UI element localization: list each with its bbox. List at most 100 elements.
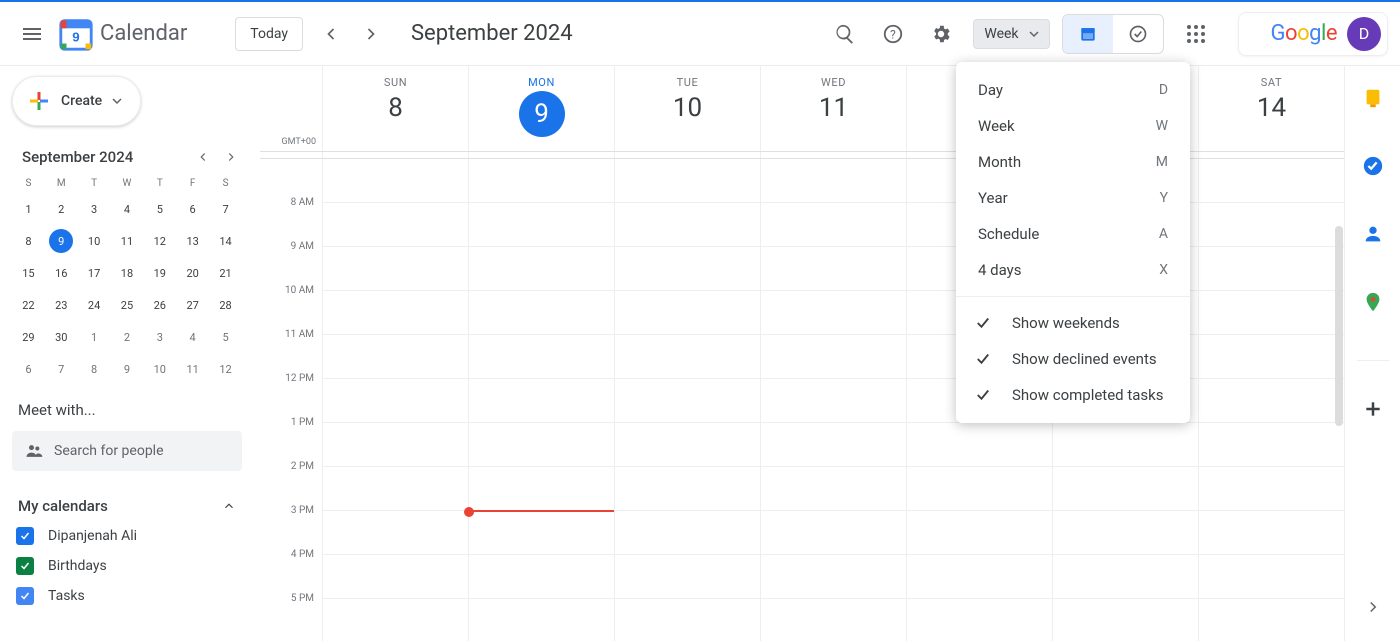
mini-day-cell[interactable]: 25 [111,289,144,321]
time-cell[interactable] [760,423,906,467]
mini-day-cell[interactable]: 4 [111,193,144,225]
time-cell[interactable] [1198,511,1344,555]
view-option[interactable]: DayD [956,72,1190,108]
time-cell[interactable] [760,379,906,423]
calendar-list-item[interactable]: Dipanjenah Ali [12,527,242,545]
mini-day-cell[interactable]: 19 [143,257,176,289]
time-cell[interactable] [468,423,614,467]
view-option[interactable]: 4 daysX [956,252,1190,288]
hide-sidepanel-button[interactable] [1353,587,1393,627]
day-header[interactable]: WED11 [760,66,906,151]
mini-day-cell[interactable]: 21 [209,257,242,289]
time-cell[interactable] [614,247,760,291]
mini-day-cell[interactable]: 29 [12,321,45,353]
mini-day-cell[interactable]: 3 [78,193,111,225]
time-cell[interactable] [1052,599,1198,641]
mini-day-cell[interactable]: 11 [111,225,144,257]
calendar-checkbox[interactable] [16,587,34,605]
time-cell[interactable] [760,291,906,335]
view-option[interactable]: YearY [956,180,1190,216]
mini-day-cell[interactable]: 2 [45,193,78,225]
mini-day-cell[interactable]: 12 [209,353,242,385]
settings-button[interactable] [917,10,965,58]
mini-day-cell[interactable]: 1 [78,321,111,353]
day-header[interactable]: MON9 [468,66,614,151]
mini-day-cell[interactable]: 27 [176,289,209,321]
time-cell[interactable] [322,511,468,555]
mini-day-cell[interactable]: 5 [143,193,176,225]
mini-day-cell[interactable]: 14 [209,225,242,257]
mini-day-cell[interactable]: 30 [45,321,78,353]
time-cell[interactable] [906,467,1052,511]
time-cell[interactable] [760,335,906,379]
time-cell[interactable] [614,599,760,641]
mini-day-cell[interactable]: 15 [12,257,45,289]
mini-day-cell[interactable]: 18 [111,257,144,289]
keep-button[interactable] [1353,78,1393,118]
time-cell[interactable] [760,159,906,203]
time-cell[interactable] [322,291,468,335]
time-cell[interactable] [1198,291,1344,335]
mini-day-cell[interactable]: 24 [78,289,111,321]
tasks-button[interactable] [1353,146,1393,186]
day-header[interactable]: SUN8 [322,66,468,151]
view-selector[interactable]: Week [973,19,1049,49]
time-cell[interactable] [614,159,760,203]
mini-day-cell[interactable]: 2 [111,321,144,353]
support-button[interactable]: ? [869,10,917,58]
maps-button[interactable] [1353,282,1393,322]
time-cell[interactable] [468,203,614,247]
mini-day-cell[interactable]: 6 [176,193,209,225]
view-option[interactable]: WeekW [956,108,1190,144]
contacts-button[interactable] [1353,214,1393,254]
time-cell[interactable] [760,555,906,599]
time-cell[interactable] [1052,423,1198,467]
search-button[interactable] [821,10,869,58]
prev-period-button[interactable] [311,14,351,54]
time-cell[interactable] [614,423,760,467]
time-cell[interactable] [468,599,614,641]
mini-day-cell[interactable]: 26 [143,289,176,321]
time-cell[interactable] [614,335,760,379]
time-cell[interactable] [760,247,906,291]
scrollbar[interactable] [1335,226,1343,426]
time-cell[interactable] [1198,467,1344,511]
mini-day-cell[interactable]: 9 [111,353,144,385]
time-cell[interactable] [322,467,468,511]
time-cell[interactable] [468,159,614,203]
mini-day-cell[interactable]: 17 [78,257,111,289]
google-apps-button[interactable] [1172,10,1220,58]
mini-prev-month[interactable] [196,150,210,164]
my-calendars-header[interactable]: My calendars [12,497,242,515]
mini-day-cell[interactable]: 8 [12,225,45,257]
time-cell[interactable] [614,203,760,247]
time-cell[interactable] [614,291,760,335]
mini-next-month[interactable] [224,150,238,164]
time-cell[interactable] [468,291,614,335]
view-toggle-option[interactable]: Show completed tasks [956,377,1190,413]
view-option[interactable]: MonthM [956,144,1190,180]
mini-day-cell[interactable]: 6 [12,353,45,385]
time-cell[interactable] [1198,379,1344,423]
view-toggle-option[interactable]: Show declined events [956,341,1190,377]
addons-button[interactable] [1353,389,1393,429]
view-option[interactable]: ScheduleA [956,216,1190,252]
mini-day-cell[interactable]: 1 [12,193,45,225]
time-cell[interactable] [906,511,1052,555]
time-cell[interactable] [906,599,1052,641]
time-cell[interactable] [468,467,614,511]
time-cell[interactable] [322,423,468,467]
create-button[interactable]: Create [12,76,141,126]
calendar-list-item[interactable]: Tasks [12,587,242,605]
mini-day-cell[interactable]: 5 [209,321,242,353]
time-cell[interactable] [760,467,906,511]
mini-day-cell[interactable]: 16 [45,257,78,289]
mini-day-cell[interactable]: 7 [45,353,78,385]
time-cell[interactable] [1052,467,1198,511]
mini-day-cell[interactable]: 7 [209,193,242,225]
time-cell[interactable] [1052,511,1198,555]
time-cell[interactable] [1052,555,1198,599]
next-period-button[interactable] [351,14,391,54]
time-cell[interactable] [322,555,468,599]
mini-day-cell[interactable]: 10 [78,225,111,257]
